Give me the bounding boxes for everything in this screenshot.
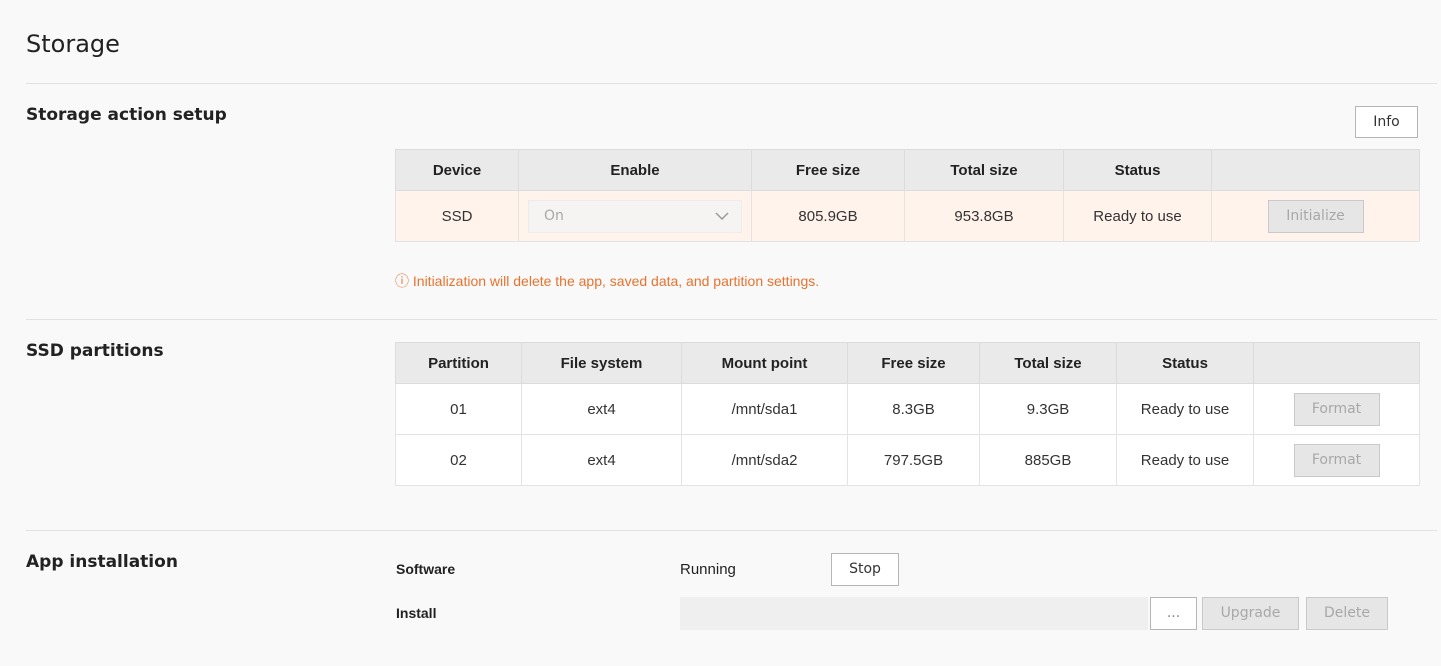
- column-header-total-size: Total size: [979, 342, 1117, 384]
- format-button[interactable]: Format: [1293, 392, 1380, 426]
- column-header-file-system: File system: [521, 342, 682, 384]
- install-file-field[interactable]: [680, 597, 1148, 630]
- status-cell: Ready to use: [1116, 383, 1254, 435]
- column-header-mount-point: Mount point: [681, 342, 848, 384]
- column-header-partition: Partition: [395, 342, 522, 384]
- column-header-action: [1211, 149, 1420, 191]
- mount-point-cell: /mnt/sda2: [681, 434, 848, 486]
- file-system-cell: ext4: [521, 434, 682, 486]
- device-cell: SSD: [395, 190, 519, 242]
- total-size-cell: 9.3GB: [979, 383, 1117, 435]
- chevron-down-icon: [715, 211, 729, 220]
- column-header-device: Device: [395, 149, 519, 191]
- table-header-row: Device Enable Free size Total size Statu…: [395, 149, 1420, 191]
- software-label: Software: [396, 561, 456, 577]
- free-size-cell: 805.9GB: [751, 190, 905, 242]
- column-header-enable: Enable: [518, 149, 752, 191]
- storage-action-section-title: Storage action setup: [26, 105, 227, 125]
- column-header-status: Status: [1063, 149, 1212, 191]
- status-cell: Ready to use: [1116, 434, 1254, 486]
- file-system-cell: ext4: [521, 383, 682, 435]
- app-section-title: App installation: [26, 552, 178, 572]
- action-cell: Format: [1253, 434, 1420, 486]
- status-cell: Ready to use: [1063, 190, 1212, 242]
- format-button[interactable]: Format: [1293, 443, 1380, 477]
- storage-action-table: Device Enable Free size Total size Statu…: [395, 149, 1420, 242]
- column-header-total-size: Total size: [904, 149, 1064, 191]
- partition-cell: 01: [395, 383, 522, 435]
- column-header-free-size: Free size: [847, 342, 980, 384]
- page-title: Storage: [26, 30, 120, 58]
- column-header-action: [1253, 342, 1420, 384]
- enable-cell: On: [518, 190, 752, 242]
- table-row: 01 ext4 /mnt/sda1 8.3GB 9.3GB Ready to u…: [395, 383, 1420, 435]
- browse-button[interactable]: ...: [1150, 597, 1197, 630]
- partitions-table: Partition File system Mount point Free s…: [395, 342, 1420, 486]
- table-row: SSD On 805.9GB 953.8GB Ready to use Init…: [395, 190, 1420, 242]
- info-button[interactable]: Info: [1355, 106, 1418, 138]
- column-header-free-size: Free size: [751, 149, 905, 191]
- mount-point-cell: /mnt/sda1: [681, 383, 848, 435]
- install-label: Install: [396, 605, 437, 621]
- stop-button[interactable]: Stop: [831, 553, 899, 586]
- software-state: Running: [680, 561, 736, 578]
- divider: [26, 83, 1437, 84]
- partition-cell: 02: [395, 434, 522, 486]
- column-header-status: Status: [1116, 342, 1254, 384]
- initialize-button[interactable]: Initialize: [1267, 199, 1364, 233]
- total-size-cell: 885GB: [979, 434, 1117, 486]
- action-cell: Format: [1253, 383, 1420, 435]
- total-size-cell: 953.8GB: [904, 190, 1064, 242]
- divider: [26, 319, 1437, 320]
- table-header-row: Partition File system Mount point Free s…: [395, 342, 1420, 384]
- partitions-section-title: SSD partitions: [26, 341, 164, 361]
- divider: [26, 530, 1437, 531]
- enable-select-value: On: [544, 208, 564, 224]
- free-size-cell: 797.5GB: [847, 434, 980, 486]
- free-size-cell: 8.3GB: [847, 383, 980, 435]
- delete-button[interactable]: Delete: [1306, 597, 1388, 630]
- initialization-warning: ⓘ Initialization will delete the app, sa…: [395, 273, 820, 289]
- enable-select[interactable]: On: [528, 199, 742, 233]
- upgrade-button[interactable]: Upgrade: [1202, 597, 1299, 630]
- table-row: 02 ext4 /mnt/sda2 797.5GB 885GB Ready to…: [395, 434, 1420, 486]
- action-cell: Initialize: [1211, 190, 1420, 242]
